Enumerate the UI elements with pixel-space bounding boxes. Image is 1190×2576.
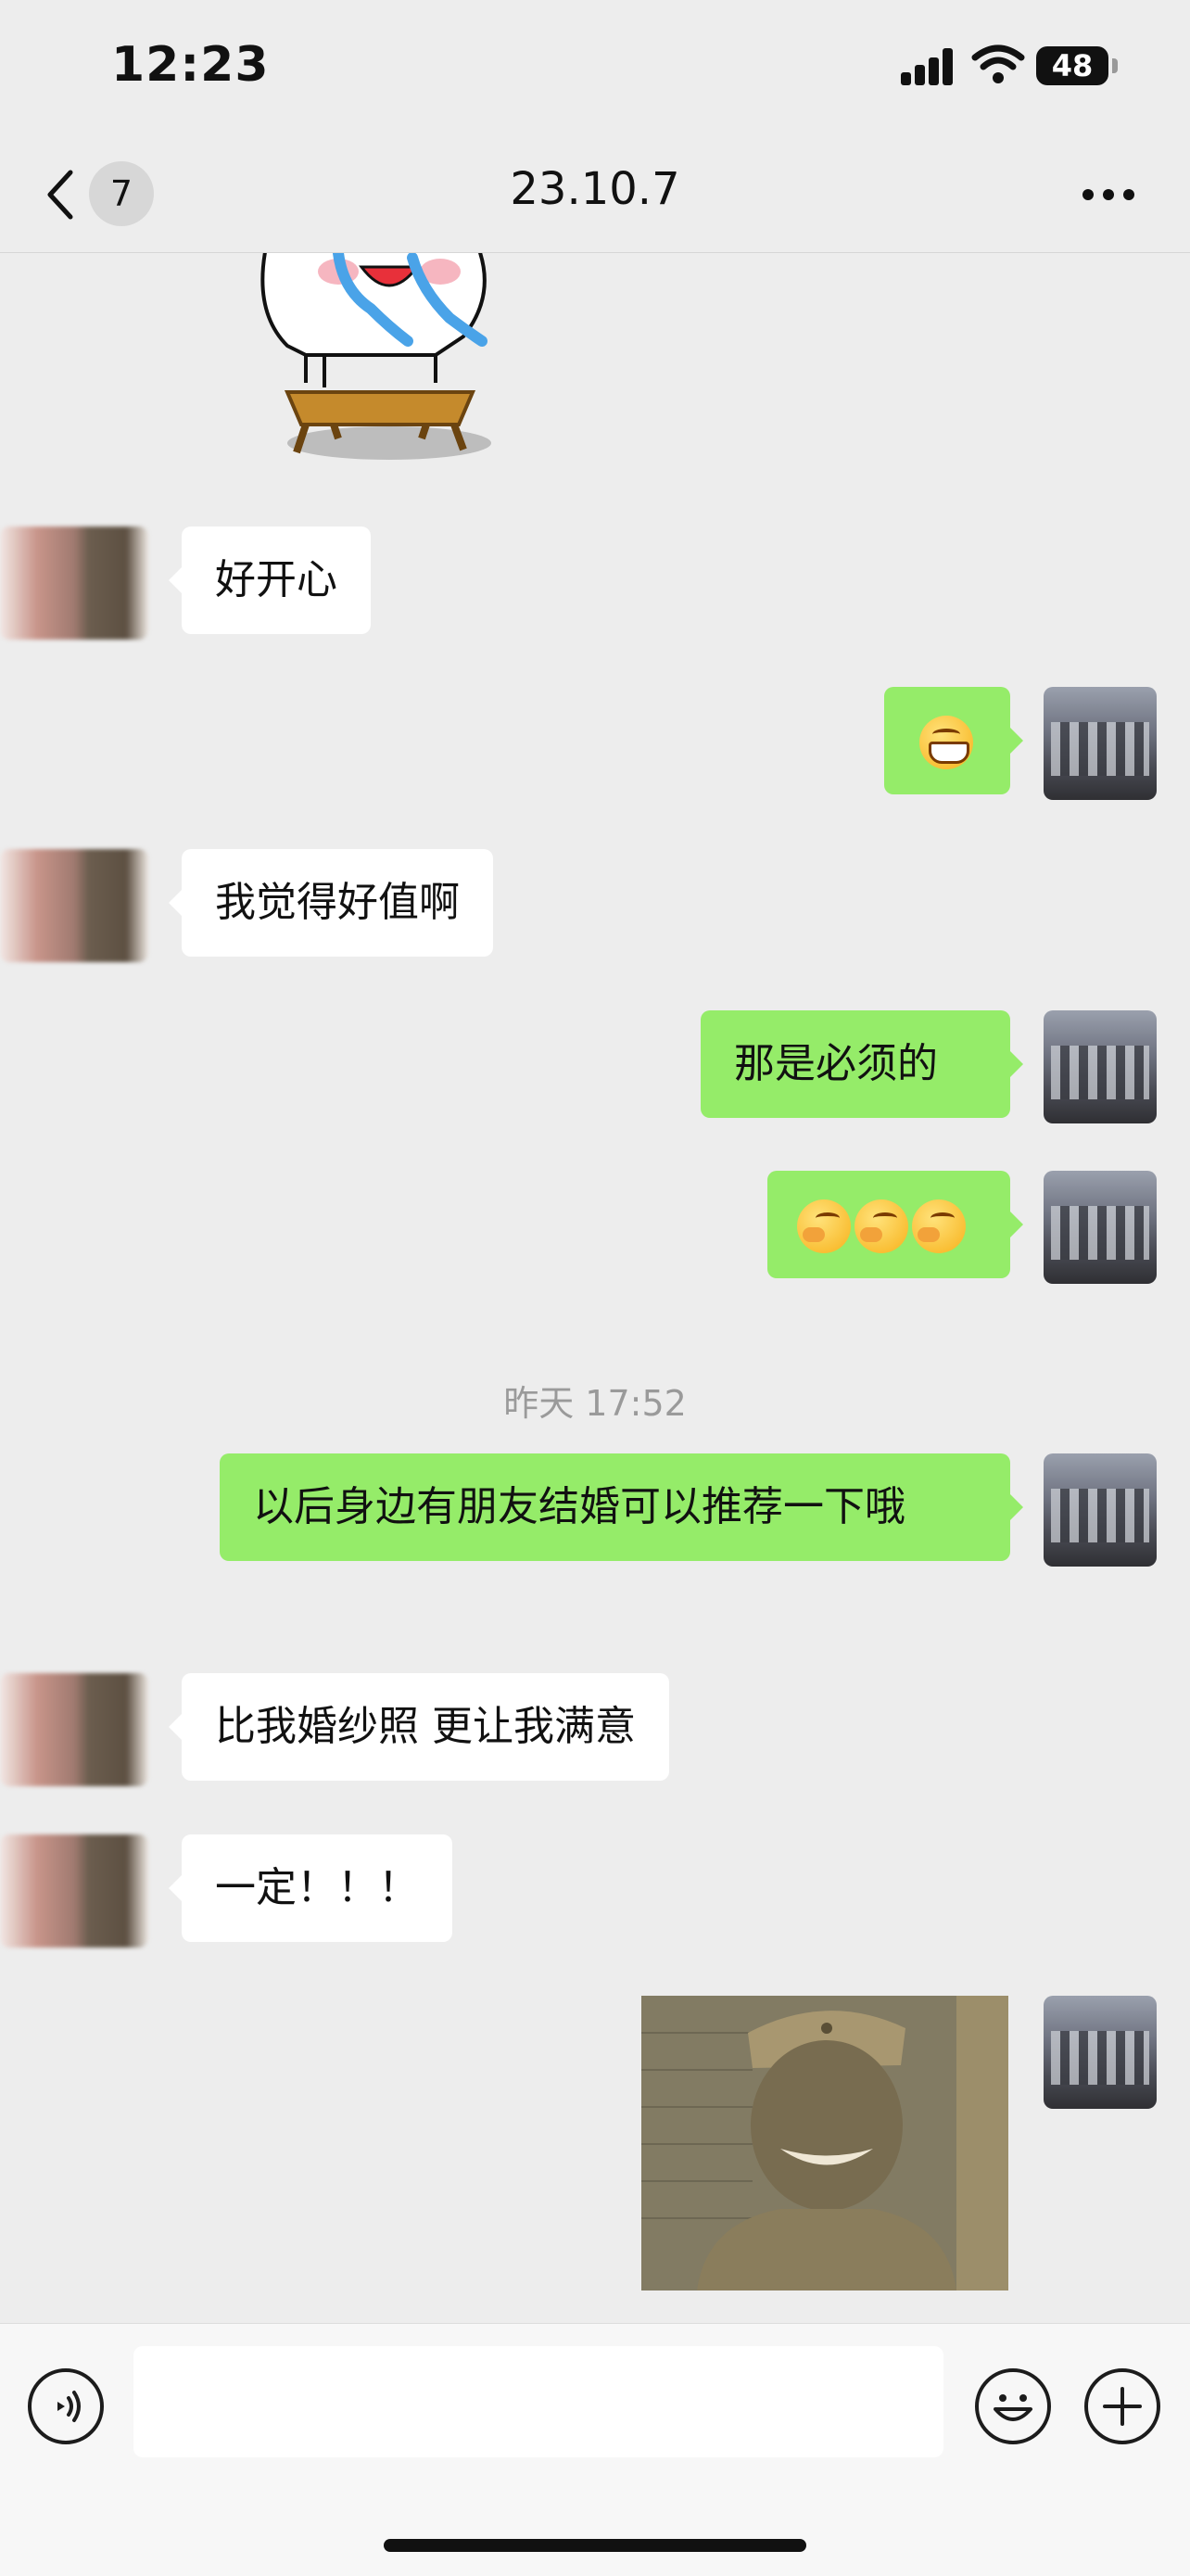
input-bar [0, 2323, 1190, 2576]
grin-emoji-icon [919, 716, 973, 769]
more-dots-icon[interactable] [1082, 189, 1138, 202]
sticker-message[interactable] [250, 253, 528, 471]
message-bubble-received[interactable]: 比我婚纱照 更让我满意 [169, 1673, 669, 1781]
wifi-icon [971, 44, 1025, 83]
message-bubble-received[interactable]: 我觉得好值啊 [169, 849, 493, 957]
message-bubble-sent[interactable]: 以后身边有朋友结婚可以推荐一下哦 [220, 1453, 1023, 1561]
message-text: 比我婚纱照 更让我满意 [215, 1703, 636, 1750]
message-input[interactable] [133, 2346, 943, 2457]
status-bar: 12:23 48 [0, 0, 1190, 139]
shy-emoji-icon [912, 1199, 966, 1253]
message-bubble-sent[interactable]: 那是必须的 [701, 1010, 1023, 1118]
my-avatar[interactable] [1044, 1171, 1157, 1284]
contact-avatar[interactable] [0, 527, 148, 640]
message-text: 我觉得好值啊 [215, 879, 460, 926]
message-bubble-received[interactable]: 好开心 [169, 527, 371, 634]
signal-icon [901, 48, 955, 85]
time-divider: 昨天 17:52 [503, 1383, 687, 1424]
message-bubble-received[interactable]: 一定！！！ [169, 1834, 452, 1942]
message-text: 以后身边有朋友结婚可以推荐一下哦 [253, 1483, 905, 1530]
message-list[interactable]: 好开心 我觉得好值啊 那是必须的 昨天 17:52 以后身边有朋友结婚可以推荐一… [0, 253, 1190, 2322]
home-indicator [384, 2539, 806, 2552]
message-bubble-sent[interactable] [767, 1171, 1023, 1278]
my-avatar[interactable] [1044, 1453, 1157, 1567]
plus-icon[interactable] [1084, 2368, 1160, 2444]
battery-icon: 48 [1036, 46, 1108, 85]
message-text: 那是必须的 [734, 1040, 938, 1087]
chat-title: 23.10.7 [510, 163, 680, 215]
emoji-face-icon[interactable] [975, 2368, 1051, 2444]
shy-emoji-icon [797, 1199, 851, 1253]
status-time: 12:23 [111, 37, 270, 93]
chat-header: 7 23.10.7 [0, 139, 1190, 253]
soldier-photo [641, 1996, 1008, 2290]
contact-avatar[interactable] [0, 1673, 148, 1786]
message-bubble-sent[interactable] [884, 687, 1023, 794]
contact-avatar[interactable] [0, 849, 148, 962]
message-text: 好开心 [215, 556, 337, 603]
image-message[interactable] [641, 1996, 1008, 2290]
voice-icon[interactable] [28, 2368, 104, 2444]
my-avatar[interactable] [1044, 687, 1157, 800]
contact-avatar[interactable] [0, 1834, 148, 1948]
shy-emoji-icon [855, 1199, 908, 1253]
my-avatar[interactable] [1044, 1010, 1157, 1123]
battery-cap [1112, 58, 1118, 73]
message-text: 一定！！！ [215, 1864, 419, 1911]
my-avatar[interactable] [1044, 1996, 1157, 2109]
